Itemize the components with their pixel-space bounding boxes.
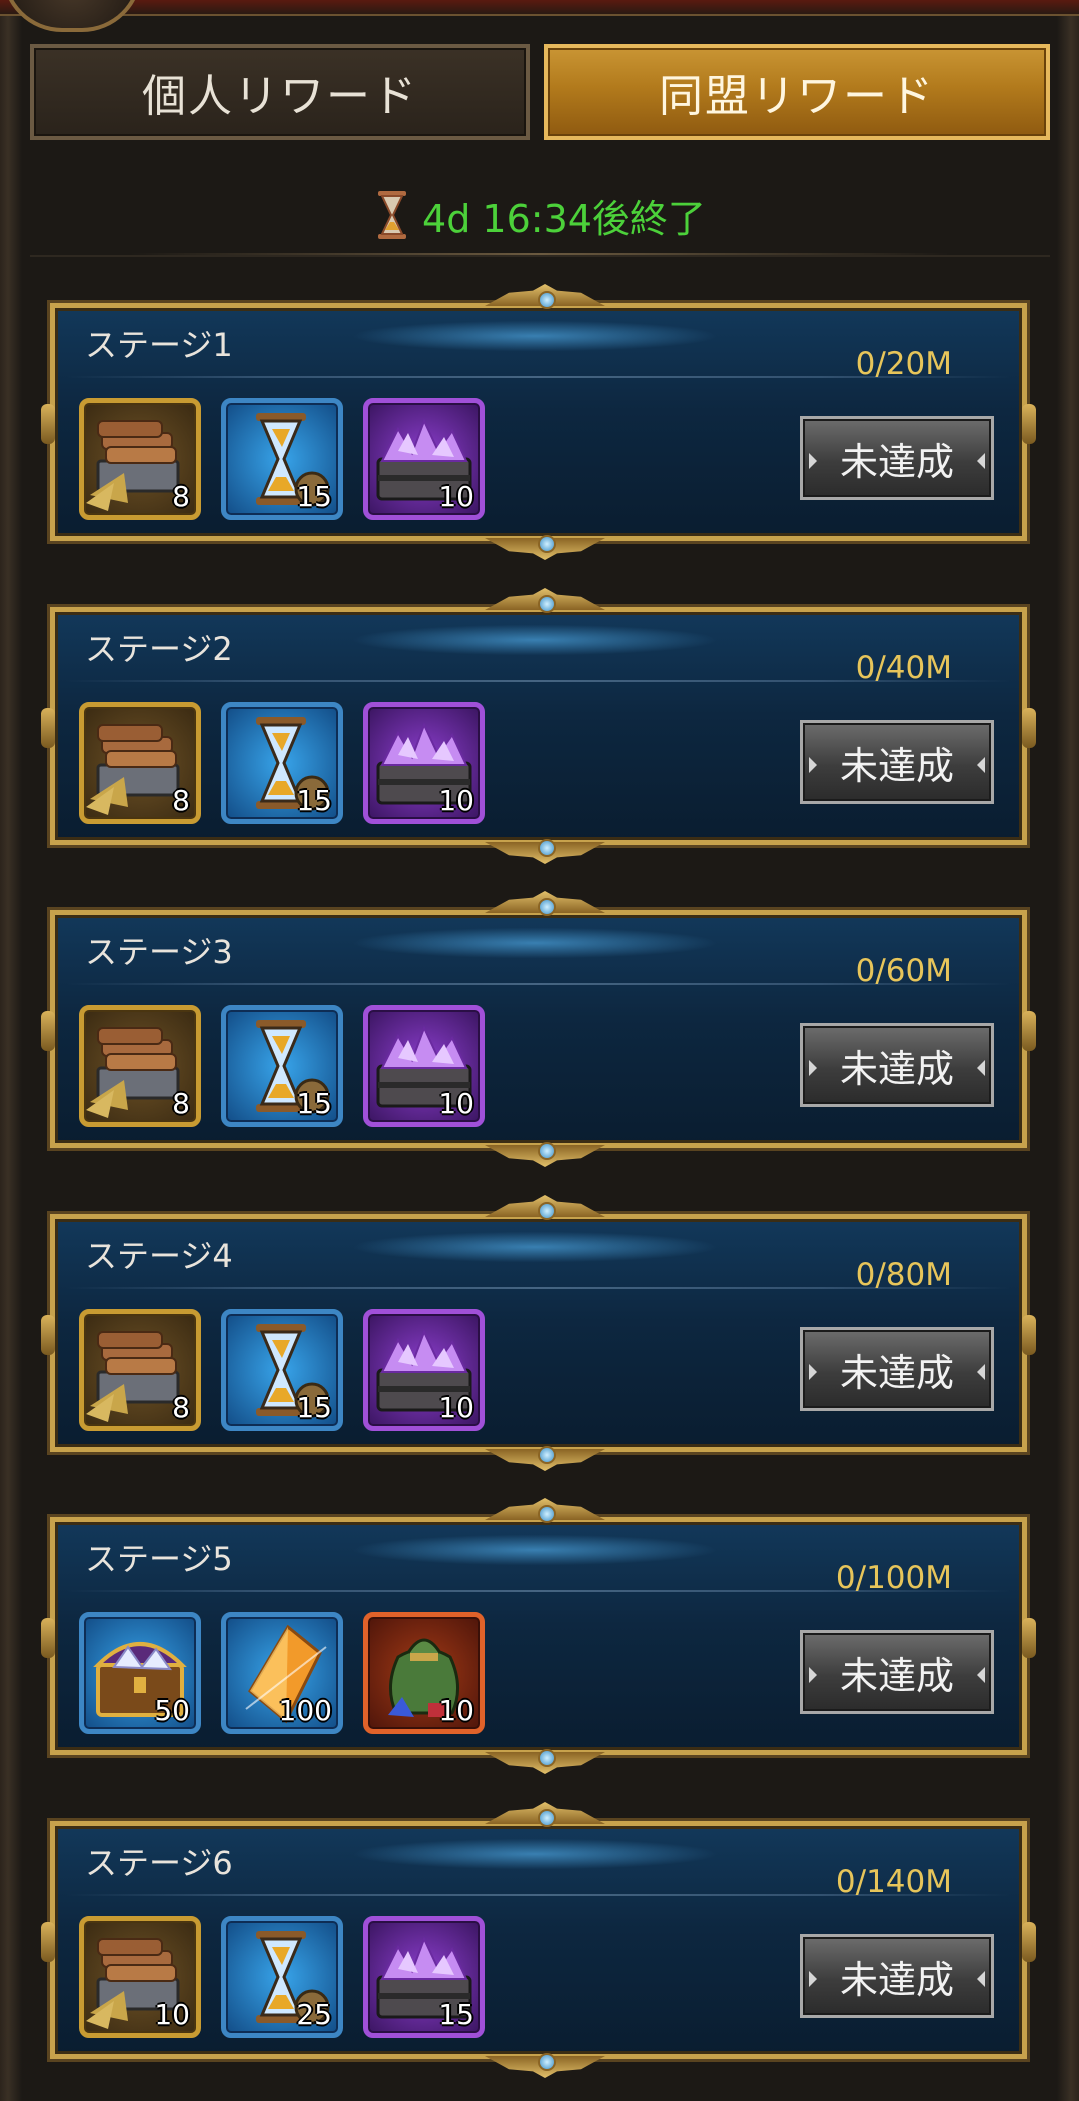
side-ornament: [1022, 1011, 1036, 1051]
gem-ornament: [538, 839, 556, 857]
side-ornament: [41, 1315, 55, 1355]
item-count: 100: [278, 1694, 332, 1727]
reward-item[interactable]: 100: [221, 1612, 343, 1734]
status-button[interactable]: 未達成: [800, 416, 994, 500]
reward-item[interactable]: 8: [79, 702, 201, 824]
stage-progress: 0/100M: [835, 1560, 952, 1596]
stage-progress: 0/60M: [855, 953, 952, 989]
reward-item[interactable]: 25: [221, 1916, 343, 2038]
item-count: 8: [172, 480, 190, 513]
side-ornament: [1022, 1922, 1036, 1962]
item-count: 8: [172, 784, 190, 817]
stage-card-2: ステージ2 0/40M 8 15 10 未達成: [41, 588, 1036, 845]
reward-item[interactable]: 15: [363, 1916, 485, 2038]
item-count: 10: [438, 480, 474, 513]
item-count: 25: [296, 1998, 332, 2031]
reward-item[interactable]: 8: [79, 1005, 201, 1127]
side-ornament: [1022, 708, 1036, 748]
status-button[interactable]: 未達成: [800, 1023, 994, 1107]
item-count: 8: [172, 1391, 190, 1424]
status-button[interactable]: 未達成: [800, 1630, 994, 1714]
stage-title: ステージ4: [85, 1237, 233, 1275]
side-ornament: [41, 404, 55, 444]
stage-card-1: ステージ1 0/20M 8 15 10 未達成: [41, 284, 1036, 541]
reward-item[interactable]: 10: [363, 398, 485, 520]
item-count: 15: [296, 1391, 332, 1424]
gem-ornament: [538, 595, 556, 613]
stage-card-6: ステージ6 0/140M 10 25 15 未達成: [41, 1802, 1036, 2059]
reward-tabs: 個人リワード 同盟リワード: [30, 44, 1050, 144]
side-ornament: [41, 1922, 55, 1962]
reward-item[interactable]: 15: [221, 1005, 343, 1127]
reward-item[interactable]: 10: [363, 1612, 485, 1734]
status-button[interactable]: 未達成: [800, 720, 994, 804]
gem-ornament: [538, 1446, 556, 1464]
stage-progress: 0/140M: [835, 1864, 952, 1900]
gem-ornament: [538, 1809, 556, 1827]
item-count: 10: [438, 1087, 474, 1120]
gem-ornament: [538, 1202, 556, 1220]
tab-personal-reward[interactable]: 個人リワード: [30, 44, 530, 140]
gem-ornament: [538, 2053, 556, 2071]
stage-title: ステージ2: [85, 630, 233, 668]
item-count: 8: [172, 1087, 190, 1120]
reward-item[interactable]: 10: [363, 702, 485, 824]
gem-ornament: [538, 898, 556, 916]
side-ornament: [41, 1618, 55, 1658]
stage-progress: 0/80M: [855, 1257, 952, 1293]
side-ornament: [41, 708, 55, 748]
stage-title: ステージ5: [85, 1540, 233, 1578]
item-count: 10: [438, 784, 474, 817]
top-banner-strip: [0, 0, 1079, 16]
reward-item[interactable]: 50: [79, 1612, 201, 1734]
status-button[interactable]: 未達成: [800, 1934, 994, 2018]
stage-title: ステージ1: [85, 326, 233, 364]
gem-ornament: [538, 291, 556, 309]
item-count: 15: [438, 1998, 474, 2031]
item-count: 10: [438, 1694, 474, 1727]
hourglass-icon: [378, 191, 407, 239]
side-ornament: [1022, 1315, 1036, 1355]
reward-item[interactable]: 15: [221, 1309, 343, 1431]
stage-title: ステージ3: [85, 933, 233, 971]
stage-card-3: ステージ3 0/60M 8 15 10 未達成: [41, 891, 1036, 1148]
reward-item[interactable]: 8: [79, 398, 201, 520]
tab-alliance-reward[interactable]: 同盟リワード: [544, 44, 1050, 140]
item-count: 10: [438, 1391, 474, 1424]
stage-title: ステージ6: [85, 1844, 233, 1882]
reward-item[interactable]: 10: [79, 1916, 201, 2038]
item-count: 15: [296, 1087, 332, 1120]
event-timer: 4d 16:34後終了: [30, 175, 1050, 257]
stage-card-4: ステージ4 0/80M 8 15 10 未達成: [41, 1195, 1036, 1452]
reward-item[interactable]: 10: [363, 1309, 485, 1431]
item-count: 50: [154, 1694, 190, 1727]
gem-ornament: [538, 1505, 556, 1523]
stage-card-5: ステージ5 0/100M 50 100 10 未達成: [41, 1498, 1036, 1755]
stage-progress: 0/40M: [855, 650, 952, 686]
side-ornament: [1022, 1618, 1036, 1658]
item-count: 10: [154, 1998, 190, 2031]
item-count: 15: [296, 784, 332, 817]
status-button[interactable]: 未達成: [800, 1327, 994, 1411]
side-ornament: [1022, 404, 1036, 444]
gem-ornament: [538, 1749, 556, 1767]
reward-item[interactable]: 15: [221, 398, 343, 520]
reward-item[interactable]: 8: [79, 1309, 201, 1431]
side-ornament: [41, 1011, 55, 1051]
gem-ornament: [538, 1142, 556, 1160]
gem-ornament: [538, 535, 556, 553]
reward-item[interactable]: 15: [221, 702, 343, 824]
item-count: 15: [296, 480, 332, 513]
reward-item[interactable]: 10: [363, 1005, 485, 1127]
timer-text: 4d 16:34後終了: [422, 196, 706, 241]
stage-progress: 0/20M: [855, 346, 952, 382]
